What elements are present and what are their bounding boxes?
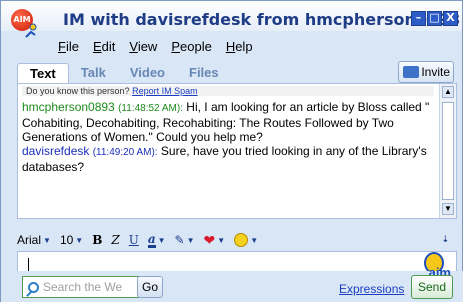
menu-bar: File Edit View People Help bbox=[58, 39, 253, 54]
message-time: (11:49:20 AM): bbox=[92, 147, 158, 158]
web-search-input[interactable]: Search the We bbox=[22, 276, 139, 298]
running-man-icon bbox=[25, 23, 37, 38]
font-family-value: Arial bbox=[17, 233, 42, 247]
font-color-icon: a bbox=[147, 231, 156, 248]
window-controls: – □ X bbox=[411, 11, 458, 26]
expressions-link[interactable]: Expressions bbox=[339, 282, 404, 296]
smiley-icon bbox=[234, 233, 249, 247]
highlight-button[interactable]: ✎ ▼ bbox=[175, 233, 195, 247]
tab-text[interactable]: Text bbox=[17, 63, 69, 83]
more-options-icon[interactable]: ⇣ bbox=[441, 234, 449, 245]
scroll-thumb[interactable] bbox=[442, 102, 454, 200]
close-button[interactable]: X bbox=[443, 11, 458, 26]
invite-icon bbox=[403, 66, 420, 78]
menu-edit[interactable]: Edit bbox=[93, 39, 115, 54]
search-placeholder: Search the We bbox=[43, 280, 123, 294]
format-toolbar: Arial ▼ 10 ▼ B Z U a ▼ ✎ ▼ ❤ ▼ ▼ ⇣ bbox=[17, 229, 457, 251]
chevron-down-icon: ▼ bbox=[250, 235, 259, 245]
chevron-down-icon: ▼ bbox=[75, 235, 84, 245]
font-size-value: 10 bbox=[59, 233, 74, 247]
font-family-select[interactable]: Arial ▼ bbox=[17, 233, 51, 247]
minimize-button[interactable]: – bbox=[411, 11, 426, 26]
tab-files[interactable]: Files bbox=[177, 63, 231, 83]
invite-label: Invite bbox=[421, 65, 450, 79]
tab-video[interactable]: Video bbox=[118, 63, 177, 83]
spam-prompt: Do you know this person? Report IM Spam bbox=[22, 86, 434, 96]
conversation-scrollbar[interactable]: ▲ ▼ bbox=[439, 84, 456, 218]
window-title: IM with davisrefdesk from hmcpherson0893 bbox=[63, 10, 461, 29]
mode-tabs: Text Talk Video Files bbox=[17, 63, 231, 83]
im-window: AIM IM with davisrefdesk from hmcpherson… bbox=[0, 0, 463, 302]
italic-button[interactable]: Z bbox=[111, 233, 119, 247]
tab-talk[interactable]: Talk bbox=[69, 63, 118, 83]
go-button[interactable]: Go bbox=[137, 276, 163, 298]
chevron-down-icon: ▼ bbox=[217, 235, 226, 245]
message-sender: hmcpherson0893 bbox=[22, 100, 115, 114]
menu-file[interactable]: File bbox=[58, 39, 79, 54]
message-list: hmcpherson0893 (11:48:52 AM): Hi, I am l… bbox=[22, 100, 432, 174]
message-sender: davisrefdesk bbox=[22, 144, 90, 158]
font-size-select[interactable]: 10 ▼ bbox=[60, 233, 83, 247]
menu-view[interactable]: View bbox=[129, 39, 157, 54]
scroll-up-arrow-icon[interactable]: ▲ bbox=[442, 86, 454, 98]
chevron-down-icon: ▼ bbox=[43, 235, 51, 245]
message-time: (11:48:52 AM): bbox=[118, 103, 183, 114]
scroll-down-arrow-icon[interactable]: ▼ bbox=[442, 203, 454, 215]
message: hmcpherson0893 (11:48:52 AM): Hi, I am l… bbox=[22, 100, 432, 144]
favorites-button[interactable]: ❤ ▼ bbox=[204, 232, 226, 249]
invite-button[interactable]: Invite bbox=[398, 61, 454, 83]
report-spam-link[interactable]: Report IM Spam bbox=[132, 86, 198, 96]
pencil-icon: ✎ bbox=[174, 233, 185, 247]
bold-button[interactable]: B bbox=[92, 233, 102, 247]
menu-help[interactable]: Help bbox=[226, 39, 253, 54]
search-icon bbox=[28, 281, 39, 293]
underline-button[interactable]: U bbox=[129, 233, 139, 247]
know-prompt-text: Do you know this person? bbox=[26, 86, 130, 96]
heart-icon: ❤ bbox=[203, 231, 216, 248]
conversation-pane: Do you know this person? Report IM Spam … bbox=[17, 83, 457, 219]
chevron-down-icon: ▼ bbox=[186, 235, 195, 245]
restore-button[interactable]: □ bbox=[427, 11, 442, 26]
message: davisrefdesk (11:49:20 AM): Sure, have y… bbox=[22, 144, 432, 174]
send-button[interactable]: Send bbox=[411, 275, 453, 299]
menu-people[interactable]: People bbox=[171, 39, 211, 54]
chevron-down-icon: ▼ bbox=[157, 235, 166, 245]
emoticon-button[interactable]: ▼ bbox=[234, 233, 258, 247]
font-color-button[interactable]: a ▼ bbox=[147, 231, 166, 248]
title-bar[interactable]: AIM IM with davisrefdesk from hmcpherson… bbox=[1, 1, 462, 38]
bottom-bar: aim Search the We Go Expressions Send bbox=[1, 265, 463, 302]
